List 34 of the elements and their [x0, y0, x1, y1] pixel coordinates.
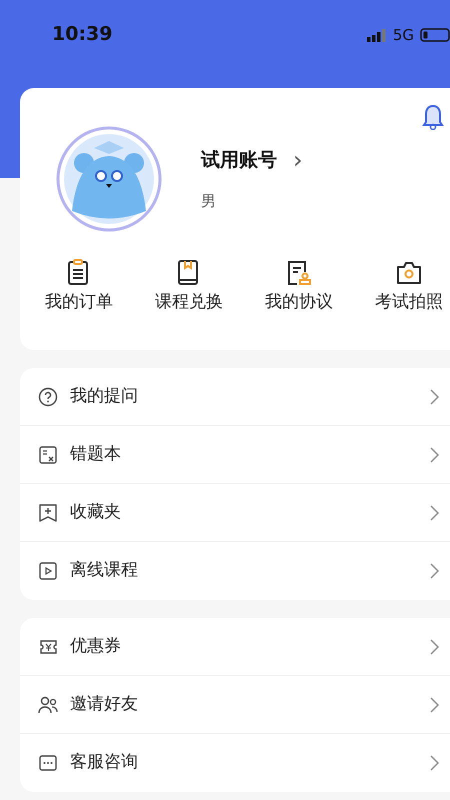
- play-icon: [38, 561, 58, 581]
- chevron-icon[interactable]: [430, 638, 439, 654]
- note-icon: [38, 444, 58, 464]
- bookmark-plus-icon: [38, 502, 58, 522]
- shortcut-label[interactable]: 考试拍照: [354, 290, 450, 316]
- chevron-icon[interactable]: [430, 755, 439, 771]
- status-time: 10:39: [52, 23, 112, 45]
- people-icon: [38, 694, 58, 714]
- menu-item[interactable]: 错题本: [70, 442, 430, 468]
- account-name[interactable]: 试用账号: [201, 146, 277, 174]
- menu-item[interactable]: 我的提问: [70, 384, 430, 410]
- chevron[interactable]: ›: [293, 148, 303, 172]
- question-icon: [38, 386, 58, 406]
- chevron-icon[interactable]: [430, 563, 439, 579]
- network-label: 5G: [392, 25, 414, 46]
- battery-icon: [420, 28, 450, 42]
- menu-item[interactable]: 收藏夹: [70, 500, 430, 526]
- shortcut-label[interactable]: 我的订单: [24, 290, 134, 316]
- chevron-icon[interactable]: [430, 696, 439, 712]
- avatar[interactable]: [56, 126, 162, 232]
- chevron-icon[interactable]: [430, 388, 439, 404]
- bell-icon[interactable]: [422, 104, 444, 130]
- menu-item[interactable]: 离线课程: [70, 558, 430, 584]
- chevron-icon[interactable]: [430, 446, 439, 462]
- signal-icon: [366, 28, 387, 42]
- menu-item[interactable]: 客服咨询: [70, 750, 430, 776]
- shortcut-label[interactable]: 我的协议: [244, 290, 354, 316]
- shortcut-label[interactable]: 课程兑换: [134, 290, 244, 316]
- menu-item[interactable]: 优惠券: [70, 634, 430, 660]
- gender-label: 男: [201, 191, 217, 212]
- chevron-icon[interactable]: [430, 504, 439, 520]
- chat-icon: [38, 753, 58, 773]
- document-icon[interactable]: [285, 258, 313, 286]
- menu-item[interactable]: 邀请好友: [70, 692, 430, 718]
